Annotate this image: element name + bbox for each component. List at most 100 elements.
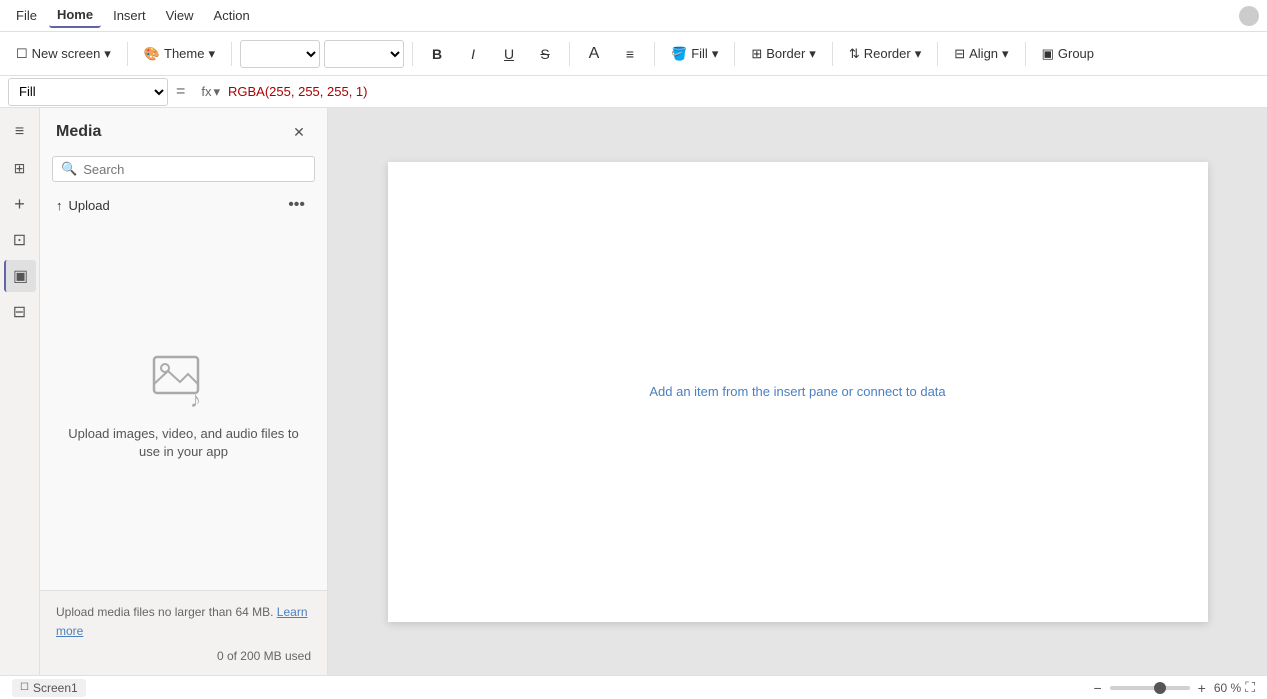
upload-button[interactable]: ↑ Upload xyxy=(56,198,110,213)
zoom-in-button[interactable]: + xyxy=(1194,680,1210,696)
status-right: − + 60 % ⛶ xyxy=(1089,679,1255,696)
formula-fx-button[interactable]: fx ▾ xyxy=(193,84,228,100)
font-size-select[interactable] xyxy=(324,40,404,68)
canvas-frame: Add an item from the insert pane or conn… xyxy=(388,162,1208,622)
new-screen-button[interactable]: ☐ New screen ▾ xyxy=(8,38,119,70)
border-label: Border xyxy=(766,46,805,61)
main-layout: ≡ ⊞ + ⊡ ▣ ⊟ Media ✕ 🔍 ↑ Upload ••• xyxy=(0,108,1267,675)
search-input[interactable] xyxy=(83,162,306,177)
sidebar-icon-add[interactable]: + xyxy=(4,188,36,220)
theme-chevron-icon: ▾ xyxy=(208,46,215,62)
fx-icon: fx xyxy=(201,84,211,99)
group-label: Group xyxy=(1058,46,1094,61)
sidebar-icon-menu[interactable]: ≡ xyxy=(4,116,36,148)
screen-tab-name: Screen1 xyxy=(33,681,78,695)
upload-icon: ↑ xyxy=(56,198,63,213)
upload-label: Upload xyxy=(69,198,110,213)
zoom-slider[interactable] xyxy=(1110,686,1190,690)
media-panel-close-button[interactable]: ✕ xyxy=(287,120,311,144)
sidebar-icon-layers[interactable]: ⊞ xyxy=(4,152,36,184)
toolbar: ☐ New screen ▾ 🎨 Theme ▾ B I U S A ≡ 🪣 F… xyxy=(0,32,1267,76)
upload-more-button[interactable]: ••• xyxy=(282,194,311,216)
menu-file[interactable]: File xyxy=(8,4,45,27)
new-screen-label: New screen xyxy=(32,46,101,61)
zoom-out-button[interactable]: − xyxy=(1089,680,1105,696)
media-footer-description: Upload media files no larger than 64 MB.… xyxy=(56,603,311,641)
screen-tab[interactable]: ☐ Screen1 xyxy=(12,679,86,697)
border-button[interactable]: ⊞ Border ▾ xyxy=(743,38,823,70)
strikethrough-button[interactable]: S xyxy=(529,38,561,70)
formula-equals-sign: = xyxy=(168,83,193,101)
separator-7 xyxy=(832,42,833,66)
zoom-slider-thumb xyxy=(1154,682,1166,694)
separator-9 xyxy=(1025,42,1026,66)
menu-bar: File Home Insert View Action xyxy=(0,0,1267,32)
sidebar-icon-variables[interactable]: ⊟ xyxy=(4,296,36,328)
theme-button[interactable]: 🎨 Theme ▾ xyxy=(136,38,223,70)
align-chevron-icon: ▾ xyxy=(1002,46,1009,62)
reorder-button[interactable]: ⇅ Reorder ▾ xyxy=(841,38,929,70)
new-screen-icon: ☐ xyxy=(16,46,28,62)
separator-3 xyxy=(412,42,413,66)
separator-8 xyxy=(937,42,938,66)
svg-text:♪: ♪ xyxy=(190,387,201,412)
user-avatar[interactable] xyxy=(1239,6,1259,26)
sidebar-icon-media[interactable]: ▣ xyxy=(4,260,36,292)
fullscreen-icon[interactable]: ⛶ xyxy=(1245,679,1255,696)
screen-tab-checkbox: ☐ xyxy=(20,682,29,693)
underline-button[interactable]: U xyxy=(493,38,525,70)
canvas-area: Add an item from the insert pane or conn… xyxy=(328,108,1267,675)
sidebar-icon-components[interactable]: ⊡ xyxy=(4,224,36,256)
menu-insert[interactable]: Insert xyxy=(105,4,154,27)
formula-property-select[interactable]: Fill xyxy=(8,78,168,106)
text-align-button[interactable]: ≡ xyxy=(614,38,646,70)
status-left: ☐ Screen1 xyxy=(12,679,86,697)
fill-chevron-icon: ▾ xyxy=(712,46,719,62)
bold-button[interactable]: B xyxy=(421,38,453,70)
connect-data-link[interactable]: connect to data xyxy=(857,384,946,399)
italic-button[interactable]: I xyxy=(457,38,489,70)
media-placeholder-icon: ♪ xyxy=(152,349,216,413)
media-panel-title: Media xyxy=(56,123,101,141)
font-color-button[interactable]: A xyxy=(578,38,610,70)
border-icon: ⊞ xyxy=(751,46,762,62)
new-screen-chevron-icon: ▾ xyxy=(104,46,111,62)
fill-label: Fill xyxy=(691,46,708,61)
media-panel-header: Media ✕ xyxy=(40,108,327,152)
upload-row: ↑ Upload ••• xyxy=(40,190,327,220)
separator-1 xyxy=(127,42,128,66)
align-label: Align xyxy=(969,46,998,61)
menu-view[interactable]: View xyxy=(158,4,202,27)
formula-input[interactable] xyxy=(228,78,1259,106)
status-bar: ☐ Screen1 − + 60 % ⛶ xyxy=(0,675,1267,699)
menu-home[interactable]: Home xyxy=(49,3,101,28)
group-button[interactable]: ▣ Group xyxy=(1034,38,1102,70)
fill-icon: 🪣 xyxy=(671,46,687,62)
canvas-hint: Add an item from the insert pane or conn… xyxy=(649,384,945,399)
search-box: 🔍 xyxy=(52,156,315,182)
media-empty-area: ♪ Upload images, video, and audio files … xyxy=(40,220,327,590)
theme-icon: 🎨 xyxy=(144,46,160,62)
reorder-chevron-icon: ▾ xyxy=(915,46,922,62)
menu-action[interactable]: Action xyxy=(206,4,258,27)
align-button[interactable]: ⊟ Align ▾ xyxy=(946,38,1016,70)
reorder-label: Reorder xyxy=(864,46,911,61)
theme-label: Theme xyxy=(164,46,204,61)
reorder-icon: ⇅ xyxy=(849,46,860,62)
group-icon: ▣ xyxy=(1042,46,1054,62)
media-panel: Media ✕ 🔍 ↑ Upload ••• xyxy=(40,108,328,675)
fill-button[interactable]: 🪣 Fill ▾ xyxy=(663,38,726,70)
sidebar-icons: ≡ ⊞ + ⊡ ▣ ⊟ xyxy=(0,108,40,675)
fx-chevron-icon: ▾ xyxy=(213,84,220,100)
search-icon: 🔍 xyxy=(61,161,77,177)
separator-6 xyxy=(734,42,735,66)
font-family-select[interactable] xyxy=(240,40,320,68)
separator-2 xyxy=(231,42,232,66)
separator-5 xyxy=(654,42,655,66)
formula-bar: Fill = fx ▾ xyxy=(0,76,1267,108)
media-footer: Upload media files no larger than 64 MB.… xyxy=(40,590,327,675)
zoom-level-label: 60 % xyxy=(1214,681,1241,695)
border-chevron-icon: ▾ xyxy=(809,46,816,62)
separator-4 xyxy=(569,42,570,66)
align-icon: ⊟ xyxy=(954,46,965,62)
